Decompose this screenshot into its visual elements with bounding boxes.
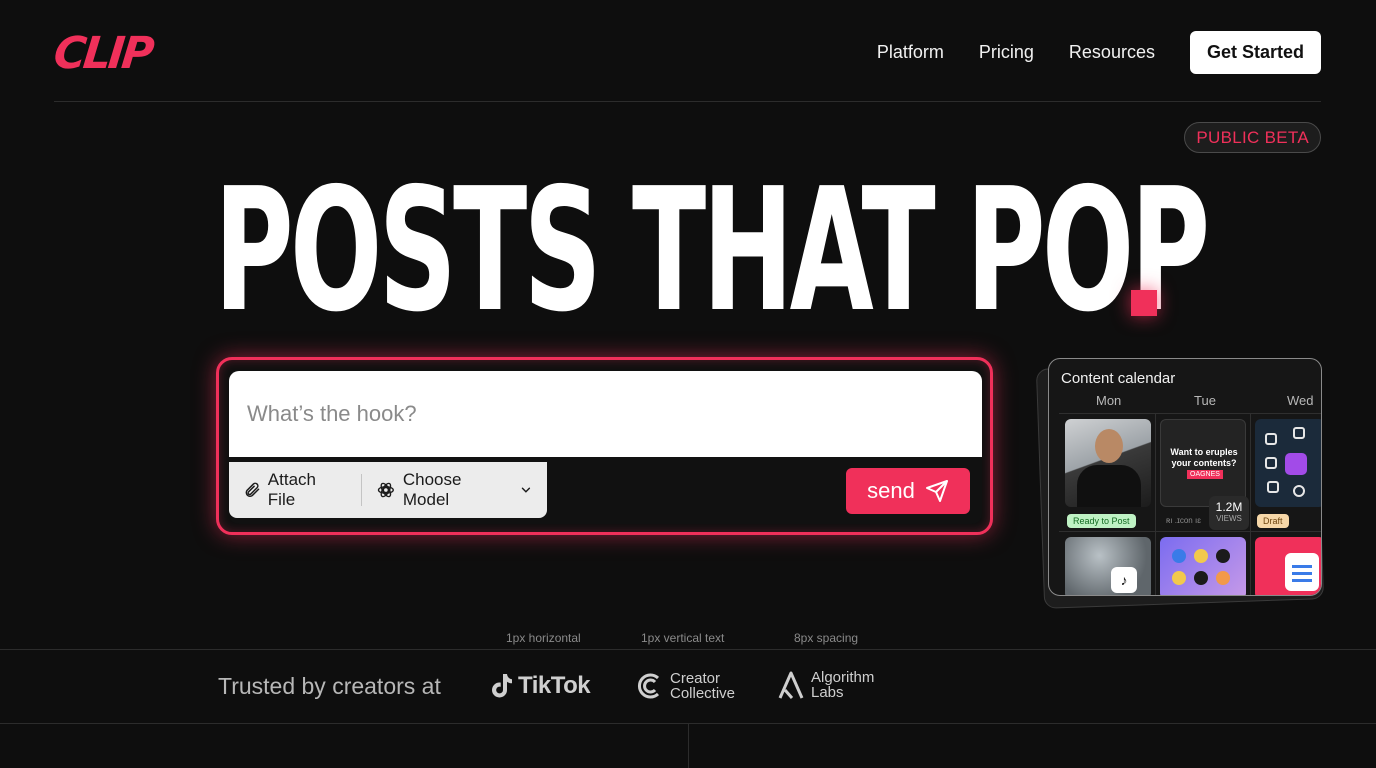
views-value: 1.2M: [1215, 500, 1243, 514]
app-icon: [1293, 427, 1305, 439]
brand-tiktok-name: TikTok: [518, 672, 591, 699]
clip-logo[interactable]: CLIP: [51, 28, 153, 79]
hook-thumbnail-tag: OAGNES: [1187, 470, 1223, 479]
send-button[interactable]: send: [846, 468, 970, 514]
post-meta-text: ʀı .ɪcon ıɛ: [1166, 516, 1201, 525]
post-thumbnail-doc[interactable]: [1255, 537, 1321, 595]
chevron-down-icon: [521, 487, 531, 493]
highlight-app-icon: [1285, 453, 1307, 475]
app-icon: [1216, 549, 1230, 563]
calendar-title: Content calendar: [1061, 370, 1176, 387]
prompt-composer: Attach File Choose Model send: [216, 357, 993, 535]
paperclip-icon: [245, 482, 260, 497]
creator-collective-icon: [638, 673, 660, 699]
model-icon: [377, 482, 395, 498]
tiktok-icon: [492, 674, 512, 698]
status-badge-draft: Draft: [1257, 514, 1289, 528]
prompt-toolbar: Attach File Choose Model send: [229, 457, 982, 524]
post-thumbnail-hook[interactable]: Want to eruples your contents? OAGNES: [1160, 419, 1246, 507]
get-started-button[interactable]: Get Started: [1189, 31, 1321, 74]
creator-face: [1095, 429, 1123, 463]
nav-link-resources[interactable]: Resources: [1069, 42, 1155, 63]
nav-link-platform[interactable]: Platform: [877, 42, 944, 63]
annotation-spacing: 8px spacing: [794, 631, 859, 645]
app-icon: [1216, 571, 1230, 585]
public-beta-badge: PUBLIC BETA: [1184, 122, 1321, 153]
brand-creator-collective: Creator Collective: [636, 671, 735, 701]
brand-tiktok: TikTok: [490, 672, 591, 700]
top-nav: Platform Pricing Resources Get Started: [877, 31, 1321, 74]
calendar-grid-line: [1059, 413, 1321, 414]
tiktok-icon: ♪: [1111, 567, 1137, 593]
prompt-tools: Attach File Choose Model: [229, 462, 547, 518]
day-tue: Tue: [1194, 393, 1216, 408]
app-icon: [1172, 549, 1186, 563]
brand-cc-line1: Creator: [670, 670, 721, 687]
calendar-grid-line: [1250, 413, 1251, 595]
views-label: VIEWS: [1216, 514, 1242, 523]
post-thumbnail-video[interactable]: [1065, 419, 1151, 507]
content-calendar-card: Content calendar Mon Tue Wed Want to eru…: [1048, 358, 1322, 596]
attach-file-label: Attach File: [267, 470, 316, 509]
hook-thumbnail-text: Want to eruples your contents?: [1170, 447, 1238, 468]
paper-plane-icon: [925, 480, 948, 502]
creator-body: [1077, 465, 1141, 507]
app-icon: [1172, 571, 1186, 585]
annotation-vertical: 1px vertical text: [641, 631, 725, 645]
brand-cc-line2: Collective: [670, 685, 736, 702]
calendar-grid-line: [1059, 531, 1321, 532]
calendar-grid-line: [1155, 413, 1156, 595]
day-wed: Wed: [1287, 393, 1314, 408]
views-stat: 1.2M VIEWS: [1209, 496, 1249, 530]
post-thumbnail-apps[interactable]: [1255, 419, 1321, 507]
app-icon: [1293, 485, 1305, 497]
day-mon: Mon: [1096, 393, 1122, 408]
brand-al-line1: Algorithm: [811, 669, 875, 686]
nav-link-pricing[interactable]: Pricing: [979, 42, 1034, 63]
footer-vertical-divider: [688, 724, 689, 768]
choose-model-dropdown[interactable]: Choose Model: [362, 470, 547, 510]
brand-algorithm-labs: Algorithm Labs: [777, 670, 874, 700]
app-icon: [1267, 481, 1279, 493]
headline-period-square: [1131, 290, 1157, 316]
status-badge-ready: Ready to Post: [1067, 514, 1136, 528]
brand-al-line2: Labs: [811, 684, 844, 701]
hook-input[interactable]: [229, 371, 982, 457]
post-thumbnail-social[interactable]: [1160, 537, 1246, 595]
app-icon: [1265, 457, 1277, 469]
send-label: send: [867, 478, 915, 503]
algorithm-labs-icon: [778, 671, 804, 699]
document-icon: [1285, 553, 1319, 591]
app-icon: [1194, 571, 1208, 585]
choose-model-label: Choose Model: [402, 470, 462, 509]
app-icon: [1194, 549, 1208, 563]
header-divider: [54, 101, 1321, 102]
post-thumbnail-tiktok[interactable]: ♪: [1065, 537, 1151, 595]
app-icon: [1265, 433, 1277, 445]
trust-divider-top: [0, 649, 1376, 650]
hero-headline: POSTS THAT POP: [214, 152, 1210, 350]
annotation-horizontal: 1px horizontal: [506, 631, 581, 645]
attach-file-button[interactable]: Attach File: [229, 470, 361, 510]
trusted-by-label: Trusted by creators at: [218, 673, 441, 699]
